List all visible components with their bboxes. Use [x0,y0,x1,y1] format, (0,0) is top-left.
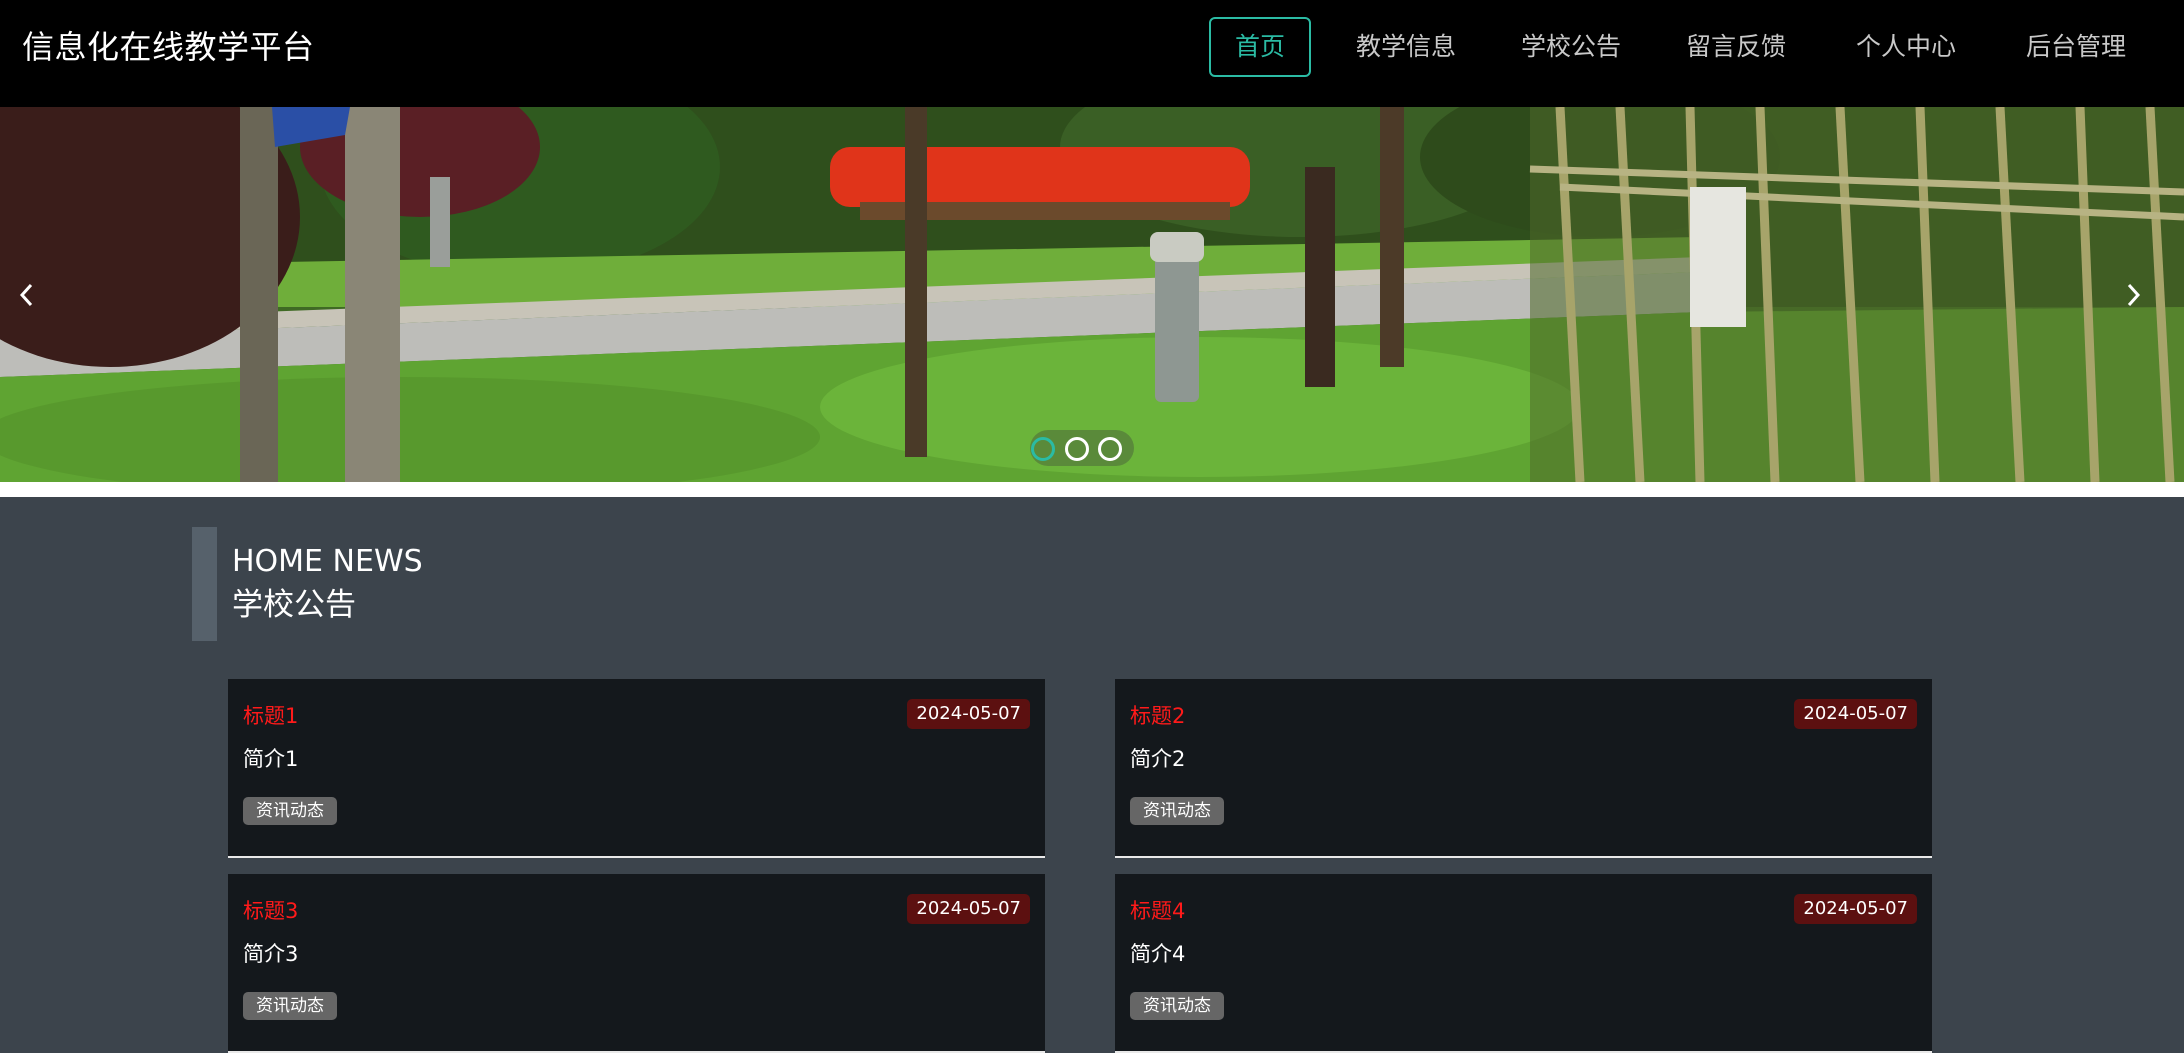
carousel-next-arrow[interactable] [2114,275,2154,315]
nav-item-home[interactable]: 首页 [1209,17,1311,77]
news-title[interactable]: 标题4 [1130,896,1185,926]
chevron-right-icon [2127,283,2141,307]
news-card[interactable]: 标题2 2024-05-07 简介2 资讯动态 [1115,679,1932,858]
news-title[interactable]: 标题1 [243,701,298,731]
nav-item-admin[interactable]: 后台管理 [2010,17,2142,77]
carousel-indicators [1030,430,1134,466]
news-category-tag: 资讯动态 [243,797,337,825]
news-summary: 简介3 [243,942,299,966]
news-title[interactable]: 标题2 [1130,701,1185,731]
section-accent-bar [192,527,217,641]
nav-item-personal-center[interactable]: 个人中心 [1840,17,1972,77]
section-title-cn: 学校公告 [232,587,356,623]
banner-carousel[interactable] [0,107,2184,482]
news-card[interactable]: 标题3 2024-05-07 简介3 资讯动态 [228,874,1045,1053]
news-date-badge: 2024-05-07 [1794,894,1917,924]
carousel-prev-arrow[interactable] [6,275,46,315]
nav-item-teaching-info[interactable]: 教学信息 [1340,17,1472,77]
news-date-badge: 2024-05-07 [907,894,1030,924]
news-summary: 简介4 [1130,942,1186,966]
banner-divider [0,482,2184,497]
carousel-dot-2[interactable] [1065,437,1089,461]
news-category-tag: 资讯动态 [1130,992,1224,1020]
news-summary: 简介2 [1130,747,1186,771]
top-navbar: 信息化在线教学平台 首页 教学信息 学校公告 留言反馈 个人中心 后台管理 [0,0,2184,107]
section-title-en: HOME NEWS [232,544,423,579]
carousel-dot-3[interactable] [1098,437,1122,461]
main-nav: 首页 教学信息 学校公告 留言反馈 个人中心 后台管理 [0,17,2184,77]
news-category-tag: 资讯动态 [243,992,337,1020]
nav-item-feedback[interactable]: 留言反馈 [1670,17,1802,77]
banner-image [0,107,2184,482]
chevron-left-icon [19,283,33,307]
news-card[interactable]: 标题4 2024-05-07 简介4 资讯动态 [1115,874,1932,1053]
news-title[interactable]: 标题3 [243,896,298,926]
news-summary: 简介1 [243,747,299,771]
news-category-tag: 资讯动态 [1130,797,1224,825]
news-date-badge: 2024-05-07 [1794,699,1917,729]
carousel-dot-1[interactable] [1031,437,1055,461]
nav-item-school-notice[interactable]: 学校公告 [1505,17,1637,77]
news-card[interactable]: 标题1 2024-05-07 简介1 资讯动态 [228,679,1045,858]
news-date-badge: 2024-05-07 [907,699,1030,729]
